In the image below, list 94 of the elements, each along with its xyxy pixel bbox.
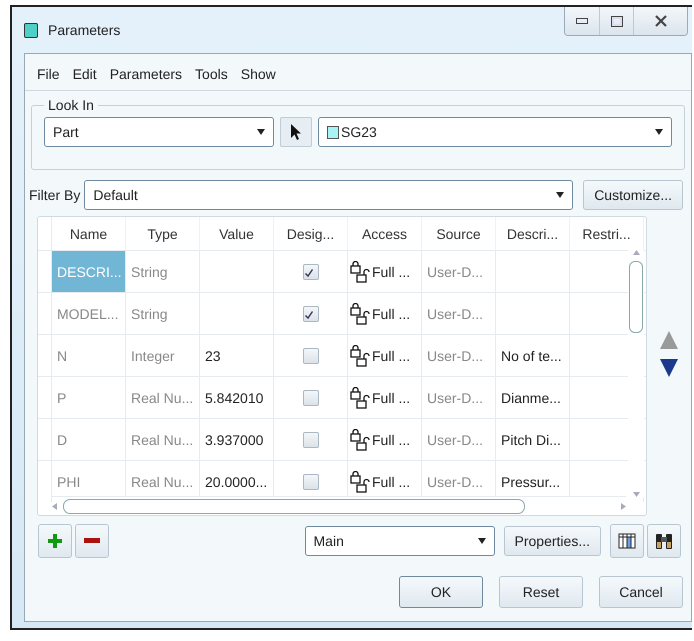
menu-item[interactable]: Edit <box>72 66 97 82</box>
locks-icon <box>350 386 372 408</box>
columns-icon <box>618 533 636 549</box>
table-cell: No of te... <box>501 348 562 364</box>
move-down-icon[interactable] <box>659 358 679 378</box>
checkbox[interactable] <box>302 474 318 490</box>
filter-dropdown[interactable]: Default <box>84 180 574 210</box>
dialog-button[interactable]: Reset <box>499 576 583 608</box>
table-cell: 20.0000... <box>205 474 268 490</box>
table-cell: P <box>52 377 126 418</box>
column-header[interactable]: Source <box>422 217 496 250</box>
menu-item[interactable]: Parameters <box>110 66 182 82</box>
object-dropdown[interactable]: SG23 <box>318 117 672 147</box>
table-cell: Full ... <box>372 306 410 322</box>
close-button[interactable] <box>633 7 687 35</box>
table-cell: Full ... <box>372 348 410 364</box>
scroll-right-icon[interactable] <box>621 502 626 510</box>
table-cell: Full ... <box>372 474 410 490</box>
caret-icon <box>478 538 486 544</box>
table-cell: Pressur... <box>501 474 560 490</box>
checkbox[interactable] <box>302 390 318 406</box>
select-button[interactable] <box>280 117 312 147</box>
check-icon <box>304 310 314 320</box>
window-title: Parameters <box>48 22 120 38</box>
table-cell: Full ... <box>372 432 410 448</box>
locks-icon <box>350 470 372 492</box>
table-cell: User-D... <box>422 293 496 334</box>
column-header[interactable]: Access <box>348 217 422 250</box>
table-cell: Dianme... <box>501 390 561 406</box>
caret-icon <box>257 129 265 135</box>
menu-item[interactable]: Tools <box>195 66 228 82</box>
checkbox[interactable] <box>302 264 318 280</box>
locks-icon <box>350 428 372 450</box>
caret-icon <box>655 129 663 135</box>
group-label: Look In <box>47 97 95 113</box>
dialog-button[interactable]: OK <box>399 576 483 608</box>
table-cell: N <box>52 335 126 376</box>
checkbox[interactable] <box>302 432 318 448</box>
table-cell: D <box>52 419 126 460</box>
table-cell: User-D... <box>422 377 496 418</box>
column-header[interactable]: Descri... <box>496 217 570 250</box>
scroll-down-icon[interactable] <box>632 492 640 497</box>
table-cell: User-D... <box>422 335 496 376</box>
column-header[interactable]: Desig... <box>274 217 348 250</box>
remove-button[interactable] <box>75 524 109 558</box>
table-cell: Real Nu... <box>126 419 200 460</box>
maximize-button[interactable] <box>599 7 633 35</box>
dialog-button[interactable]: Cancel <box>599 576 683 608</box>
table-cell: String <box>126 293 200 334</box>
menu-item[interactable]: Show <box>240 66 276 82</box>
table-cell: User-D... <box>422 419 496 460</box>
add-button[interactable] <box>38 524 72 558</box>
locks-icon <box>350 344 372 366</box>
table-cell: 23 <box>205 348 221 364</box>
minus-icon <box>84 538 100 544</box>
locks-icon <box>350 260 372 282</box>
customize-button[interactable]: Customize... <box>583 180 683 210</box>
check-icon <box>304 268 314 278</box>
scroll-left-icon[interactable] <box>52 502 57 510</box>
columns-button[interactable] <box>610 524 644 558</box>
pointer-icon <box>290 123 302 141</box>
table-cell: Full ... <box>372 390 410 406</box>
table-cell: Integer <box>126 335 200 376</box>
type-dropdown[interactable]: Part <box>44 117 274 147</box>
scroll-up-icon[interactable] <box>632 250 640 255</box>
table-cell: User-D... <box>422 251 496 292</box>
properties-button[interactable]: Properties... <box>504 526 601 556</box>
checkbox[interactable] <box>302 306 318 322</box>
parameter-set-dropdown[interactable]: Main <box>304 526 495 556</box>
column-header[interactable]: Value <box>200 217 274 250</box>
filter-label: Filter By <box>29 187 80 203</box>
table-cell: MODEL... <box>52 293 126 334</box>
menu-item[interactable]: File <box>37 66 60 82</box>
table-cell: Real Nu... <box>126 377 200 418</box>
table-cell: DESCRI... <box>52 251 126 292</box>
caret-icon <box>556 192 564 198</box>
column-header[interactable]: Type <box>126 217 200 250</box>
minimize-button[interactable] <box>565 7 599 35</box>
cube-icon <box>327 126 339 138</box>
checkbox[interactable] <box>302 348 318 364</box>
locks-icon <box>350 302 372 324</box>
horizontal-scrollbar[interactable] <box>52 496 626 515</box>
column-header[interactable]: Name <box>52 217 126 250</box>
table-cell: Full ... <box>372 264 410 280</box>
table-cell: 3.937000 <box>205 432 264 448</box>
table-cell: Pitch Di... <box>501 432 561 448</box>
cube-icon <box>24 22 38 38</box>
binoculars-icon <box>654 532 674 550</box>
table-cell: String <box>126 251 200 292</box>
find-button[interactable] <box>647 524 681 558</box>
plus-icon <box>48 534 62 548</box>
close-icon <box>654 15 668 27</box>
move-up-icon[interactable] <box>659 330 679 350</box>
table-cell: 5.842010 <box>205 390 264 406</box>
